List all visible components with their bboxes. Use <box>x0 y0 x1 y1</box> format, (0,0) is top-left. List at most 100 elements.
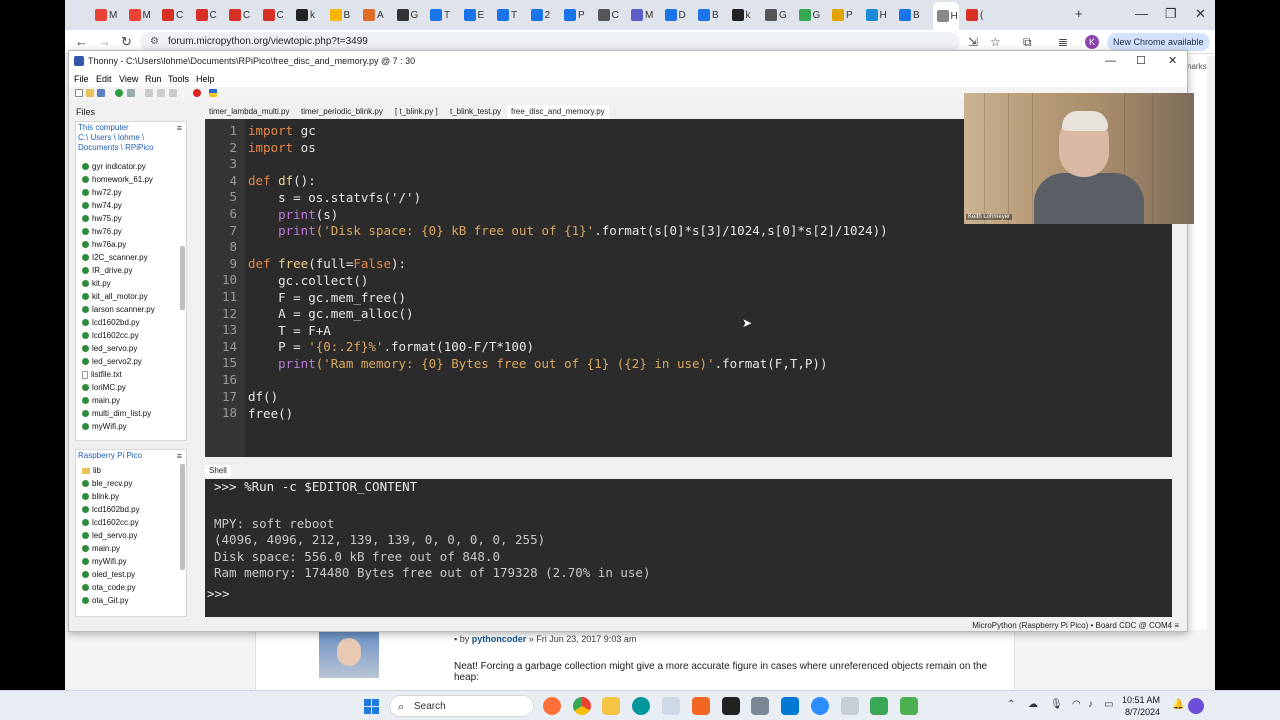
file-item[interactable]: hw74.py <box>82 199 182 212</box>
browser-tab[interactable]: T <box>497 5 523 25</box>
chrome-icon[interactable] <box>573 697 591 715</box>
battery-icon[interactable]: ▭ <box>1104 699 1113 710</box>
firefox-icon[interactable] <box>543 697 561 715</box>
panel-menu-icon[interactable]: ≡ <box>177 123 182 133</box>
file-item[interactable]: ble_recv.py <box>82 477 182 490</box>
file-item[interactable]: oled_test.py <box>82 568 182 581</box>
browser-tab[interactable]: H <box>865 5 892 25</box>
menu-run[interactable]: Run <box>145 71 162 87</box>
browser-tab[interactable]: B <box>698 5 724 25</box>
file-item[interactable]: IR_drive.py <box>82 264 182 277</box>
extensions-icon[interactable]: ⧉ <box>1023 35 1032 50</box>
close-icon[interactable]: ✕ <box>1195 6 1206 22</box>
browser-tab[interactable]: B <box>329 5 356 25</box>
browser-tab[interactable]: C <box>262 5 289 25</box>
tab-file[interactable]: timer_periodic_blink.py <box>297 105 387 119</box>
browser-tab[interactable]: G <box>798 5 825 25</box>
app-icon[interactable] <box>692 697 710 715</box>
forward-icon[interactable]: → <box>98 34 111 49</box>
reload-icon[interactable]: ↻ <box>121 34 132 50</box>
browser-tab[interactable]: G <box>396 5 423 25</box>
browser-tab[interactable]: M <box>631 5 657 25</box>
tray-overflow-icon[interactable]: ⌃ <box>1007 699 1015 710</box>
file-item[interactable]: hw76a.py <box>82 238 182 251</box>
browser-tab[interactable]: P <box>832 5 858 25</box>
browser-tab[interactable]: D <box>664 5 691 25</box>
install-icon[interactable]: ⇲ <box>968 35 978 49</box>
file-item[interactable]: listfile.txt <box>82 368 182 381</box>
site-info-icon[interactable]: ⚙ <box>150 32 159 52</box>
restore-icon[interactable]: ❐ <box>1165 6 1177 22</box>
save-icon[interactable] <box>97 89 105 97</box>
mic-icon[interactable]: 🎙 <box>1050 699 1063 710</box>
browser-tab[interactable]: M <box>128 5 155 25</box>
bookmark-star-icon[interactable]: ☆ <box>990 35 1001 49</box>
pycharm-icon[interactable] <box>722 697 740 715</box>
profile-avatar[interactable]: K <box>1085 35 1099 49</box>
browser-tab[interactable]: T <box>430 5 456 25</box>
menu-help[interactable]: Help <box>196 71 215 87</box>
url-bar[interactable]: ⚙ forum.micropython.org/viewtopic.php?t=… <box>140 32 960 52</box>
file-item[interactable]: main.py <box>82 542 182 555</box>
folder-item[interactable]: lib <box>82 464 182 477</box>
zoom-icon[interactable] <box>811 697 829 715</box>
file-item[interactable]: main.py <box>82 394 182 407</box>
browser-tab[interactable]: C <box>229 5 255 25</box>
app-icon[interactable] <box>900 697 918 715</box>
browser-tab[interactable]: M <box>95 5 121 25</box>
copilot-icon[interactable] <box>1188 698 1204 714</box>
ukraine-flag-icon[interactable] <box>209 89 217 97</box>
arduino-icon[interactable] <box>632 697 650 715</box>
debug-icon[interactable] <box>127 89 135 97</box>
page-scrollbar[interactable] <box>1207 56 1215 690</box>
step-over-icon[interactable] <box>145 89 153 97</box>
shell-prompt[interactable]: >>> <box>207 586 230 601</box>
file-item[interactable]: hw72.py <box>82 186 182 199</box>
file-item[interactable]: lcd1602bd.py <box>82 503 182 516</box>
windows-start-icon[interactable] <box>364 699 379 714</box>
file-item[interactable]: myWifi.py <box>82 420 182 433</box>
menu-view[interactable]: View <box>119 71 138 87</box>
onedrive-icon[interactable]: ☁ <box>1028 699 1038 710</box>
calculator-icon[interactable] <box>751 697 769 715</box>
browser-tab[interactable]: E <box>463 5 490 25</box>
browser-tab[interactable]: B <box>899 5 925 25</box>
file-item[interactable]: larson scanner.py <box>82 303 182 316</box>
browser-tab[interactable]: ( <box>966 5 992 25</box>
menu-edit[interactable]: Edit <box>96 71 112 87</box>
file-item[interactable]: multi_dim_list.py <box>82 407 182 420</box>
browser-tab[interactable]: k <box>296 5 322 25</box>
browser-tab[interactable]: H <box>932 2 959 30</box>
post-author[interactable]: pythoncoder <box>472 634 527 644</box>
file-item[interactable]: hw76.py <box>82 225 182 238</box>
browser-tab[interactable]: 2 <box>530 5 557 25</box>
shell-console[interactable]: >>> %Run -c $EDITOR_CONTENT MPY: soft re… <box>205 479 1172 617</box>
clock[interactable]: 10:51 AM 8/7/2024 <box>1122 694 1160 718</box>
tab-shell[interactable]: Shell <box>205 465 231 477</box>
run-icon[interactable] <box>115 89 123 97</box>
browser-tab[interactable]: P <box>564 5 590 25</box>
file-item[interactable]: ota_Git.py <box>82 594 182 607</box>
tab-file[interactable]: [ t_blink.py ] <box>391 105 442 119</box>
file-item[interactable]: ota_code.py <box>82 581 182 594</box>
file-item[interactable]: led_servo.py <box>82 342 182 355</box>
thonny-maximize-icon[interactable]: ☐ <box>1136 51 1146 71</box>
file-item[interactable]: kit.py <box>82 277 182 290</box>
interpreter-status[interactable]: MicroPython (Raspberry Pi Pico) • Board … <box>972 619 1179 633</box>
file-item[interactable]: loriMC.py <box>82 381 182 394</box>
file-item[interactable]: lcd1602cc.py <box>82 329 182 342</box>
file-explorer-icon[interactable] <box>602 697 620 715</box>
taskbar-search[interactable]: ⌕ Search <box>389 695 534 717</box>
browser-tab[interactable]: C <box>597 5 624 25</box>
stop-icon[interactable] <box>193 89 201 97</box>
browser-tab[interactable]: k <box>731 5 758 25</box>
browser-tab[interactable]: C <box>195 5 222 25</box>
file-item[interactable]: lcd1602cc.py <box>82 516 182 529</box>
volume-icon[interactable]: ♪ <box>1088 699 1093 710</box>
thonny-taskbar-icon[interactable] <box>662 697 680 715</box>
wifi-icon[interactable]: ◠ <box>1072 699 1081 710</box>
file-item[interactable]: led_servo.py <box>82 529 182 542</box>
thonny-close-icon[interactable]: ✕ <box>1168 51 1177 71</box>
file-item[interactable]: I2C_scanner.py <box>82 251 182 264</box>
step-out-icon[interactable] <box>169 89 177 97</box>
